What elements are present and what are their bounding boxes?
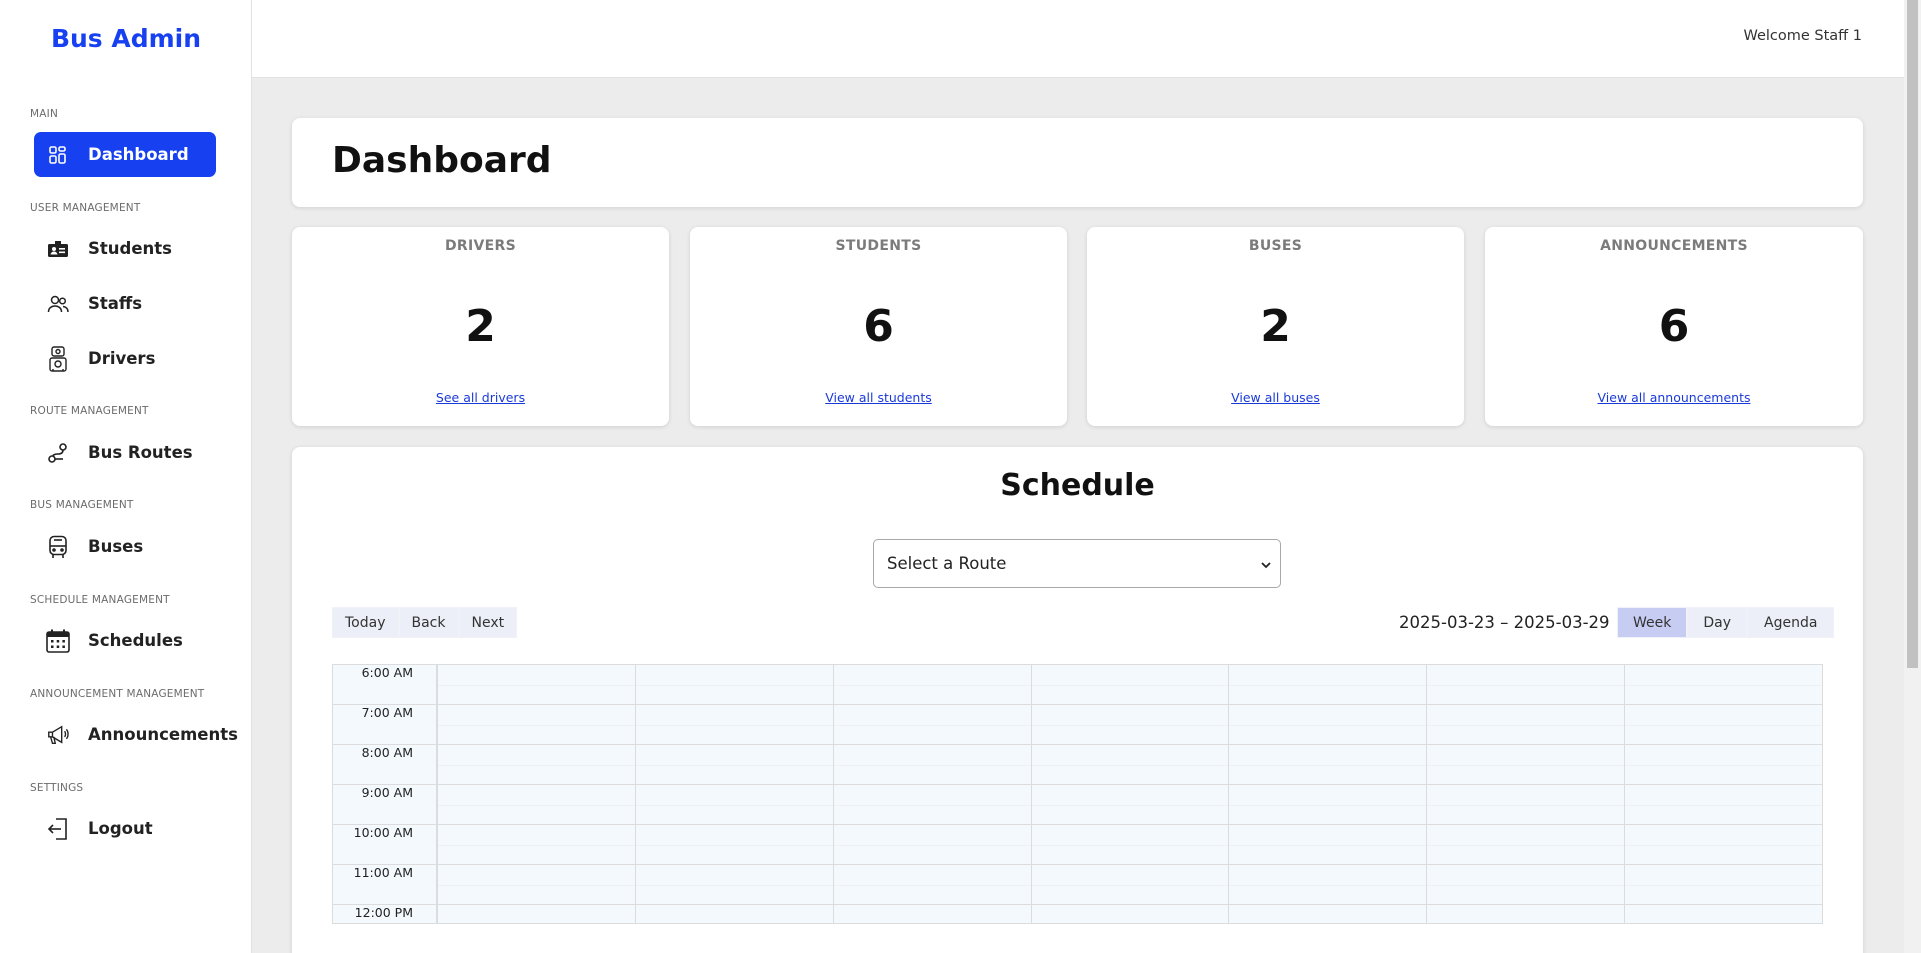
stat-card-buses: BUSES 2 View all buses bbox=[1087, 227, 1464, 426]
today-button[interactable]: Today bbox=[332, 607, 399, 638]
back-button[interactable]: Back bbox=[398, 607, 459, 638]
week-view-button[interactable]: Week bbox=[1617, 607, 1688, 638]
sidebar-item-label: Dashboard bbox=[88, 145, 189, 164]
section-label-main: MAIN bbox=[30, 108, 58, 120]
section-label-announcement-management: ANNOUNCEMENT MANAGEMENT bbox=[30, 688, 205, 700]
id-card-icon bbox=[46, 237, 70, 261]
time-slot-label: 6:00 AM bbox=[361, 665, 413, 680]
section-label-schedule-management: SCHEDULE MANAGEMENT bbox=[30, 594, 170, 606]
stat-value: 2 bbox=[1260, 301, 1291, 352]
driver-icon bbox=[46, 345, 70, 372]
day-column[interactable] bbox=[1030, 665, 1229, 923]
stat-value: 6 bbox=[1658, 301, 1690, 352]
sidebar-item-schedules[interactable]: Schedules bbox=[34, 618, 216, 663]
megaphone-icon bbox=[46, 723, 70, 747]
stat-value: 6 bbox=[863, 301, 894, 352]
time-slot-label: 7:00 AM bbox=[361, 705, 413, 720]
view-all-buses-link[interactable]: View all buses bbox=[1231, 390, 1320, 405]
stat-card-drivers: DRIVERS 2 See all drivers bbox=[292, 227, 669, 426]
stat-title: ANNOUNCEMENTS bbox=[1600, 238, 1748, 254]
day-column[interactable] bbox=[437, 665, 635, 923]
sidebar-item-dashboard[interactable]: Dashboard bbox=[34, 132, 216, 177]
route-select[interactable]: Select a Route bbox=[873, 539, 1281, 588]
calendar-nav-group: Today Back Next bbox=[332, 607, 518, 638]
sidebar-item-drivers[interactable]: Drivers bbox=[34, 336, 216, 381]
week-calendar-grid[interactable]: 6:00 AM 7:00 AM 8:00 AM 9:00 AM 10:00 AM 11:0… bbox=[332, 664, 1823, 924]
sidebar-item-buses[interactable]: Buses bbox=[34, 524, 216, 569]
sidebar-item-label: Announcements bbox=[88, 725, 238, 744]
stat-title: STUDENTS bbox=[835, 238, 922, 254]
stat-card-students: STUDENTS 6 View all students bbox=[690, 227, 1067, 426]
route-icon bbox=[46, 441, 70, 465]
sidebar-item-students[interactable]: Students bbox=[34, 226, 216, 271]
sidebar-item-announcements[interactable]: Announcements bbox=[34, 712, 238, 757]
sidebar: Bus Admin MAIN Dashboard USER MANAGEMENT… bbox=[0, 0, 252, 953]
day-column[interactable] bbox=[634, 665, 833, 923]
welcome-text: Welcome Staff 1 bbox=[1743, 28, 1862, 44]
sidebar-item-bus-routes[interactable]: Bus Routes bbox=[34, 430, 216, 475]
view-all-announcements-link[interactable]: View all announcements bbox=[1598, 390, 1751, 405]
dashboard-icon bbox=[46, 143, 70, 167]
calendar-view-group: Week Day Agenda bbox=[1617, 607, 1835, 638]
brand-logo[interactable]: Bus Admin bbox=[0, 24, 252, 53]
sidebar-item-logout[interactable]: Logout bbox=[34, 806, 216, 851]
route-select-value: Select a Route bbox=[887, 554, 1007, 573]
day-column[interactable] bbox=[832, 665, 1031, 923]
section-label-settings: SETTINGS bbox=[30, 782, 84, 794]
bus-icon bbox=[46, 535, 70, 559]
page-scrollbar[interactable] bbox=[1904, 0, 1921, 953]
sidebar-item-label: Schedules bbox=[88, 631, 183, 650]
agenda-view-button[interactable]: Agenda bbox=[1747, 607, 1835, 638]
time-slot-label: 8:00 AM bbox=[361, 745, 413, 760]
date-range: 2025-03-23 – 2025-03-29 bbox=[1399, 613, 1610, 632]
calendar-icon bbox=[46, 629, 70, 653]
users-icon bbox=[46, 292, 70, 316]
section-label-route-management: ROUTE MANAGEMENT bbox=[30, 405, 149, 417]
sidebar-item-label: Buses bbox=[88, 537, 144, 556]
section-label-user-management: USER MANAGEMENT bbox=[30, 202, 141, 214]
page-header-card: Dashboard bbox=[292, 118, 1863, 207]
view-all-students-link[interactable]: View all students bbox=[825, 390, 932, 405]
see-all-drivers-link[interactable]: See all drivers bbox=[436, 390, 525, 405]
stat-title: BUSES bbox=[1248, 238, 1303, 254]
next-button[interactable]: Next bbox=[458, 607, 518, 638]
time-slot-label: 9:00 AM bbox=[361, 785, 413, 800]
sidebar-item-label: Drivers bbox=[88, 349, 156, 368]
stat-value: 2 bbox=[465, 301, 496, 352]
time-slot-label: 12:00 PM bbox=[354, 905, 413, 920]
top-bar: Welcome Staff 1 bbox=[252, 0, 1904, 78]
chevron-down-icon bbox=[1260, 556, 1272, 575]
schedule-card: Schedule Select a Route Today Back Next … bbox=[292, 447, 1863, 953]
scrollbar-thumb[interactable] bbox=[1907, 0, 1918, 668]
time-slot-label: 11:00 AM bbox=[353, 865, 413, 880]
page-title: Dashboard bbox=[332, 140, 552, 181]
schedule-title: Schedule bbox=[1000, 468, 1155, 503]
day-column[interactable] bbox=[1426, 665, 1624, 923]
day-view-button[interactable]: Day bbox=[1687, 607, 1748, 638]
stat-title: DRIVERS bbox=[445, 238, 516, 254]
sidebar-item-label: Logout bbox=[88, 819, 153, 838]
time-slot-label: 10:00 AM bbox=[353, 825, 413, 840]
section-label-bus-management: BUS MANAGEMENT bbox=[30, 499, 134, 511]
day-column[interactable] bbox=[1228, 665, 1426, 923]
day-column[interactable] bbox=[1624, 665, 1822, 923]
sidebar-item-staffs[interactable]: Staffs bbox=[34, 281, 216, 326]
stat-card-announcements: ANNOUNCEMENTS 6 View all announcements bbox=[1485, 227, 1863, 426]
sidebar-item-label: Bus Routes bbox=[88, 443, 193, 462]
sidebar-item-label: Students bbox=[88, 239, 172, 258]
sidebar-item-label: Staffs bbox=[88, 294, 143, 313]
logout-icon bbox=[46, 817, 70, 841]
